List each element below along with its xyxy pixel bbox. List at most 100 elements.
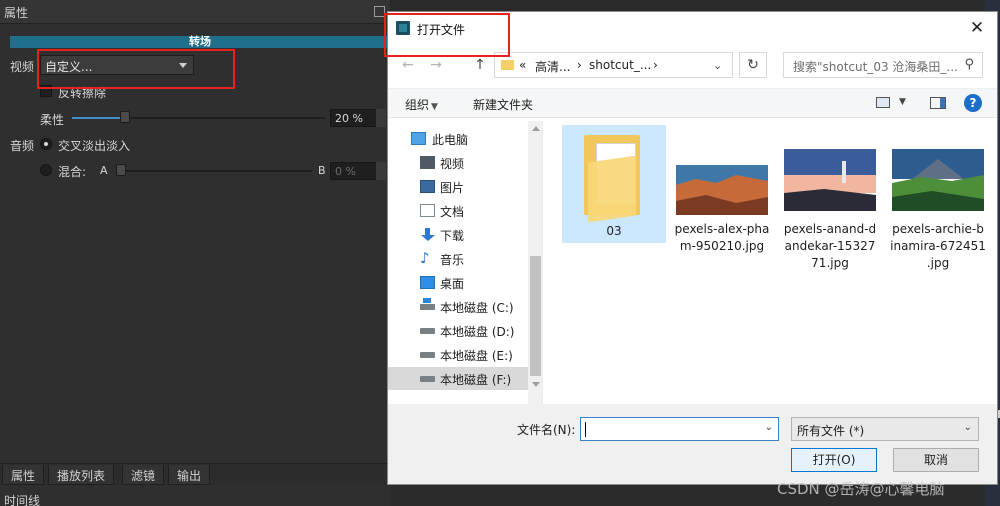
tree-item-music[interactable]: ♪ 音乐 xyxy=(388,247,528,270)
drive-icon xyxy=(420,328,435,334)
tree-item-drive-d[interactable]: 本地磁盘 (D:) xyxy=(388,319,528,342)
preview-pane-icon[interactable] xyxy=(930,97,946,109)
mix-slider-handle[interactable] xyxy=(116,164,126,176)
file-name-line: .jpg xyxy=(926,256,950,270)
invert-wipe-label: 反转擦除 xyxy=(58,86,107,100)
dialog-title-bar[interactable]: 打开文件 ✕ xyxy=(388,12,997,45)
video-transition-combo[interactable]: 自定义... xyxy=(40,55,194,75)
filename-input[interactable]: ⌄ xyxy=(580,417,779,441)
invert-wipe-checkbox[interactable] xyxy=(40,85,52,97)
image-thumbnail xyxy=(784,149,876,211)
softness-spin-arrows[interactable] xyxy=(376,109,386,127)
breadcrumb-item-hd[interactable]: 高清... xyxy=(535,58,570,75)
file-name-line: pexels-alex-pha xyxy=(674,222,770,236)
text-caret xyxy=(585,422,586,437)
caret-down-icon: ▼ xyxy=(431,102,438,112)
softness-slider-fill xyxy=(72,117,123,119)
file-name: pexels-alex-pha m-950210.jpg xyxy=(670,221,774,255)
organize-menu[interactable]: 组织 ▼ xyxy=(405,96,438,113)
help-icon[interactable]: ? xyxy=(964,94,982,112)
back-arrow-icon[interactable]: ← xyxy=(400,57,416,73)
scrollbar-thumb[interactable] xyxy=(530,256,541,376)
panel-title: 属性 xyxy=(4,6,29,20)
view-options-icon[interactable] xyxy=(876,97,890,108)
file-type-select[interactable]: 所有文件 (*) ⌄ xyxy=(791,417,979,441)
tree-item-desktop[interactable]: 桌面 xyxy=(388,271,528,294)
file-name-line: 03 xyxy=(606,224,622,238)
softness-slider-handle[interactable] xyxy=(120,111,130,123)
tree-item-downloads[interactable]: 下载 xyxy=(388,223,528,246)
tree-item-documents[interactable]: 文档 xyxy=(388,199,528,222)
documents-folder-icon xyxy=(420,204,435,217)
tree-item-videos[interactable]: 视频 xyxy=(388,151,528,174)
tree-item-label: 下载 xyxy=(440,229,465,243)
tree-item-drive-f[interactable]: 本地磁盘 (F:) xyxy=(388,367,528,390)
file-name-line: pexels-anand-d xyxy=(783,222,877,236)
timeline-label[interactable]: 时间线 xyxy=(4,492,40,506)
mix-a-label: A xyxy=(100,164,108,177)
breadcrumb-separator[interactable]: › xyxy=(577,58,582,72)
tab-playlist[interactable]: 播放列表 xyxy=(48,465,115,485)
file-name-line: andekar-15327 xyxy=(784,239,876,253)
mix-b-label: B xyxy=(318,164,326,177)
mix-label: 混合: xyxy=(58,165,87,179)
close-icon[interactable]: ✕ xyxy=(967,18,987,38)
new-folder-button[interactable]: 新建文件夹 xyxy=(473,96,533,113)
mix-radio[interactable] xyxy=(40,164,52,176)
tree-item-label: 此电脑 xyxy=(432,133,469,147)
tree-item-this-pc[interactable]: 此电脑 xyxy=(388,127,528,150)
tree-item-pictures[interactable]: 图片 xyxy=(388,175,528,198)
file-type-value: 所有文件 (*) xyxy=(797,424,865,438)
file-name: 03 xyxy=(562,223,666,240)
chevron-down-icon[interactable]: ⌄ xyxy=(713,59,722,72)
tree-item-drive-c[interactable]: 本地磁盘 (C:) xyxy=(388,295,528,318)
chevron-down-icon: ⌄ xyxy=(963,422,972,433)
tree-item-label: 文档 xyxy=(440,205,465,219)
file-item-image[interactable]: pexels-anand-d andekar-15327 71.jpg xyxy=(778,125,882,285)
search-icon[interactable]: ⚲ xyxy=(964,57,974,72)
search-input[interactable]: 搜索"shotcut_03 沧海桑田_... ⚲ xyxy=(783,52,983,78)
chevron-down-icon[interactable]: ⌄ xyxy=(765,422,773,433)
video-folder-icon xyxy=(420,156,435,169)
image-thumbnail xyxy=(892,149,984,211)
scroll-up-icon[interactable] xyxy=(532,126,540,131)
mix-spin-arrows[interactable] xyxy=(376,162,386,180)
tree-item-label: 音乐 xyxy=(440,253,465,267)
file-name: pexels-archie-b inamira-672451 .jpg xyxy=(886,221,990,272)
dialog-toolbar: 组织 ▼ 新建文件夹 ▼ ? xyxy=(388,88,997,118)
transition-section-title: 转场 xyxy=(10,36,390,48)
navigation-pane: 此电脑 视频 图片 文档 下载 ♪ 音乐 桌面 本地磁盘 (C:) 本地磁盘 (… xyxy=(388,121,543,404)
tree-item-label: 本地磁盘 (D:) xyxy=(440,325,515,339)
music-icon: ♪ xyxy=(420,249,430,267)
forward-arrow-icon[interactable]: → xyxy=(428,57,444,73)
crossfade-radio[interactable] xyxy=(40,138,52,150)
tab-properties[interactable]: 属性 xyxy=(2,465,45,485)
tab-export[interactable]: 输出 xyxy=(168,465,211,485)
computer-icon xyxy=(411,132,426,145)
open-button[interactable]: 打开(O) xyxy=(791,448,877,472)
nav-pane-scrollbar[interactable] xyxy=(528,121,542,404)
breadcrumb-separator[interactable]: › xyxy=(653,58,658,72)
caret-down-icon[interactable]: ▼ xyxy=(899,97,906,107)
refresh-icon[interactable]: ↻ xyxy=(739,52,767,78)
file-name-line: m-950210.jpg xyxy=(679,239,765,253)
video-transition-value: 自定义... xyxy=(45,60,93,74)
cancel-button[interactable]: 取消 xyxy=(893,448,979,472)
mix-slider-track[interactable] xyxy=(116,170,312,172)
open-file-dialog: 打开文件 ✕ ← → ↑ « 高清... › shotcut_... › ⌄ ↻… xyxy=(387,11,998,485)
breadcrumb-overflow[interactable]: « xyxy=(519,58,526,72)
scroll-down-icon[interactable] xyxy=(532,382,540,387)
file-item-folder-03[interactable]: 03 xyxy=(562,125,666,243)
address-bar[interactable]: « 高清... › shotcut_... › ⌄ xyxy=(494,52,733,78)
folder-front-icon xyxy=(588,155,636,223)
up-arrow-icon[interactable]: ↑ xyxy=(472,57,488,73)
tree-item-drive-e[interactable]: 本地磁盘 (E:) xyxy=(388,343,528,366)
float-panel-icon[interactable] xyxy=(374,6,385,17)
file-item-image[interactable]: pexels-alex-pha m-950210.jpg xyxy=(670,125,774,265)
file-item-image[interactable]: pexels-archie-b inamira-672451 .jpg xyxy=(886,125,990,285)
system-drive-icon xyxy=(420,298,435,310)
softness-label: 柔性 xyxy=(40,113,65,127)
tree-item-label: 视频 xyxy=(440,157,465,171)
tab-filters[interactable]: 滤镜 xyxy=(122,465,165,485)
breadcrumb-item-shotcut[interactable]: shotcut_... xyxy=(589,58,651,72)
